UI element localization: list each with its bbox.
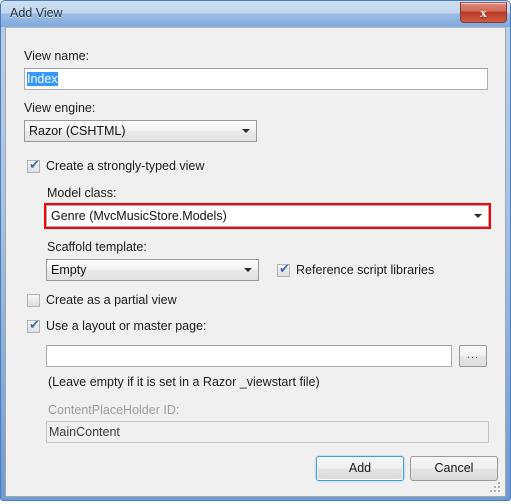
layout-browse-button[interactable]: ... bbox=[459, 345, 487, 367]
view-engine-label: View engine: bbox=[24, 101, 96, 115]
layout-path-input[interactable] bbox=[46, 345, 452, 367]
view-engine-combobox[interactable]: Razor (CSHTML) bbox=[24, 120, 257, 142]
scaffold-template-label: Scaffold template: bbox=[47, 240, 147, 254]
scaffold-template-combobox[interactable]: Empty bbox=[46, 259, 259, 281]
window-title: Add View bbox=[10, 6, 63, 20]
use-layout-checkbox[interactable]: ✔ bbox=[27, 318, 40, 333]
model-class-value: Genre (MvcMusicStore.Models) bbox=[51, 209, 227, 223]
layout-hint-text: (Leave empty if it is set in a Razor _vi… bbox=[48, 375, 320, 389]
resize-grip[interactable] bbox=[490, 482, 502, 494]
strongly-typed-view-checkbox[interactable]: ✔ bbox=[27, 158, 40, 173]
checkmark-icon: ✔ bbox=[29, 318, 40, 333]
strongly-typed-view-label: Create a strongly-typed view bbox=[46, 159, 205, 173]
dialog-client-area: View name: Index View engine: Razor (CSH… bbox=[5, 27, 506, 497]
view-name-input[interactable]: Index bbox=[24, 68, 488, 90]
reference-script-libraries-checkbox[interactable]: ✔ bbox=[277, 262, 290, 277]
close-button[interactable]: x bbox=[460, 2, 507, 23]
contentplaceholder-label: ContentPlaceHolder ID: bbox=[48, 403, 180, 417]
model-class-combobox[interactable]: Genre (MvcMusicStore.Models) bbox=[46, 205, 489, 227]
view-name-value: Index bbox=[27, 72, 58, 86]
chevron-down-icon bbox=[244, 268, 252, 272]
chevron-down-icon bbox=[242, 129, 250, 133]
cancel-button[interactable]: Cancel bbox=[410, 456, 498, 481]
contentplaceholder-value: MainContent bbox=[49, 425, 120, 439]
scaffold-template-value: Empty bbox=[51, 263, 87, 277]
chevron-down-icon bbox=[474, 214, 482, 218]
title-bar[interactable]: Add View x bbox=[1, 1, 510, 27]
create-partial-view-label: Create as a partial view bbox=[46, 293, 177, 307]
add-button-label: Add bbox=[348, 461, 372, 475]
layout-browse-label: ... bbox=[466, 349, 480, 361]
checkmark-icon: ✔ bbox=[29, 158, 40, 173]
view-engine-value: Razor (CSHTML) bbox=[29, 124, 126, 138]
add-button[interactable]: Add bbox=[316, 456, 404, 481]
close-icon: x bbox=[480, 5, 487, 20]
model-class-label: Model class: bbox=[47, 186, 117, 200]
reference-script-libraries-label: Reference script libraries bbox=[296, 263, 435, 277]
use-layout-label: Use a layout or master page: bbox=[46, 319, 207, 333]
checkmark-icon: ✔ bbox=[279, 262, 290, 277]
create-partial-view-checkbox[interactable] bbox=[27, 294, 40, 307]
add-view-dialog-window: Add View x View name: Index View engine:… bbox=[0, 0, 511, 501]
contentplaceholder-input[interactable]: MainContent bbox=[46, 421, 489, 443]
cancel-button-label: Cancel bbox=[434, 461, 474, 475]
view-name-label: View name: bbox=[24, 49, 90, 63]
